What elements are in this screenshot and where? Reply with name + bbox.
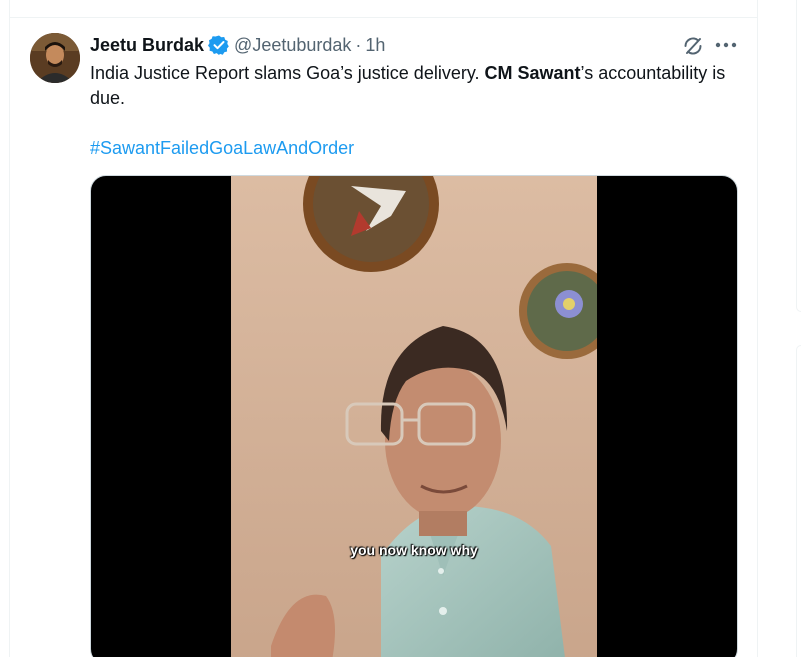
verified-badge-icon[interactable] — [208, 34, 230, 56]
tweet-text-mention: CM Sawant — [484, 63, 581, 83]
sidebar-card-edge — [796, 345, 801, 657]
video-frame — [231, 176, 597, 657]
more-horizontal-icon[interactable] — [713, 34, 739, 56]
tweet-header: Jeetu Burdak @Jeetuburdak · 1h — [90, 34, 385, 56]
author-name[interactable]: Jeetu Burdak — [90, 35, 204, 56]
tweet-text: India Justice Report slams Goa’s justice… — [90, 61, 740, 111]
timeline-right-border — [757, 0, 758, 657]
tweet-timestamp[interactable]: 1h — [365, 35, 385, 56]
author-handle[interactable]: @Jeetuburdak — [234, 35, 351, 56]
separator-dot: · — [355, 34, 362, 55]
tweet-text-part: India Justice Report slams Goa’s justice… — [90, 63, 485, 83]
sidebar-card-edge — [796, 0, 801, 312]
video-caption: you now know why — [350, 542, 478, 558]
avatar[interactable] — [30, 33, 80, 83]
tweet-divider — [9, 17, 758, 18]
grok-icon[interactable] — [681, 34, 705, 58]
timeline-left-border — [9, 0, 10, 657]
hashtag-link[interactable]: #SawantFailedGoaLawAndOrder — [90, 136, 354, 161]
video-player[interactable]: you now know why — [90, 175, 738, 657]
